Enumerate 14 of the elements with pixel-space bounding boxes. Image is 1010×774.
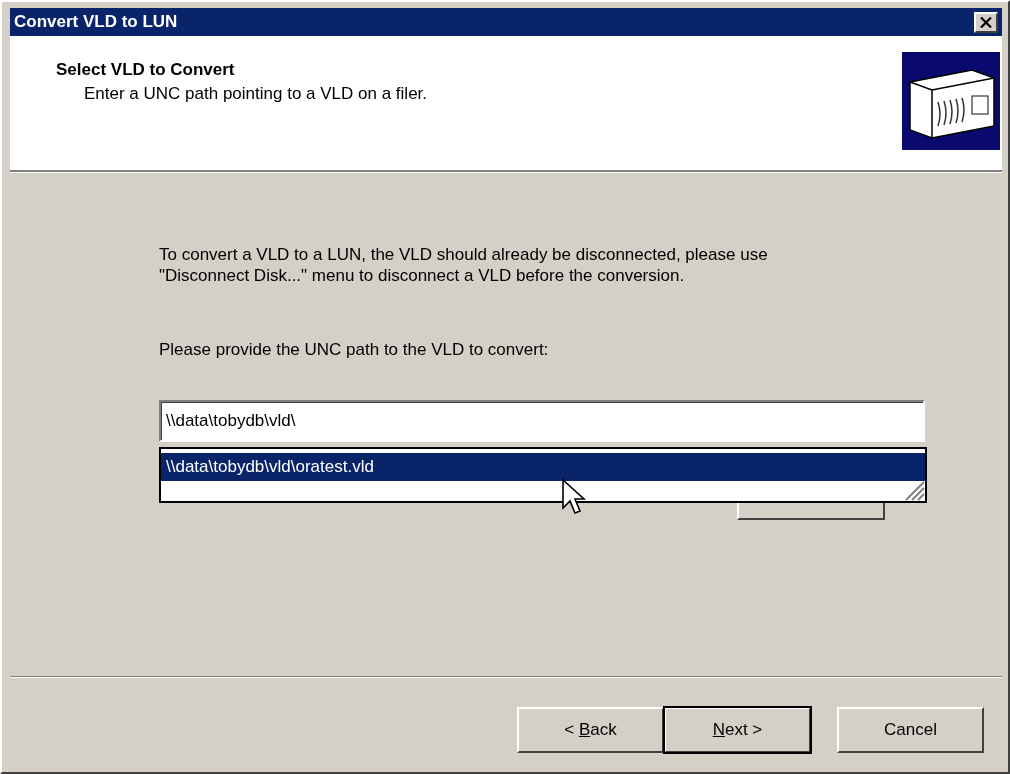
close-button[interactable]: [974, 11, 998, 33]
wizard-button[interactable]: Cancel: [837, 706, 984, 753]
close-icon: [980, 16, 992, 28]
path-field[interactable]: \\data\tobydb\vld\: [159, 400, 925, 442]
window-title: Convert VLD to LUN: [14, 12, 178, 32]
wizard-button[interactable]: Next >: [664, 706, 811, 753]
page-subtitle: Enter a UNC path pointing to a VLD on a filer.: [83, 84, 428, 104]
browse-button[interactable]: [737, 503, 885, 520]
instruction-text: To convert a VLD to a LUN, the VLD should already be disconnected, please use "Disconnect Disk..." menu to disconnect a VLD before the conversion.: [159, 244, 769, 286]
path-label: Please provide the UNC path to the VLD to convert:: [159, 340, 550, 360]
resize-grip-icon: [903, 479, 925, 501]
wizard-button[interactable]: < Back: [517, 706, 664, 753]
page-title: Select VLD to Convert: [56, 60, 236, 80]
suggestion-item[interactable]: \\data\tobydb\vld\oratest.vld: [161, 453, 925, 481]
